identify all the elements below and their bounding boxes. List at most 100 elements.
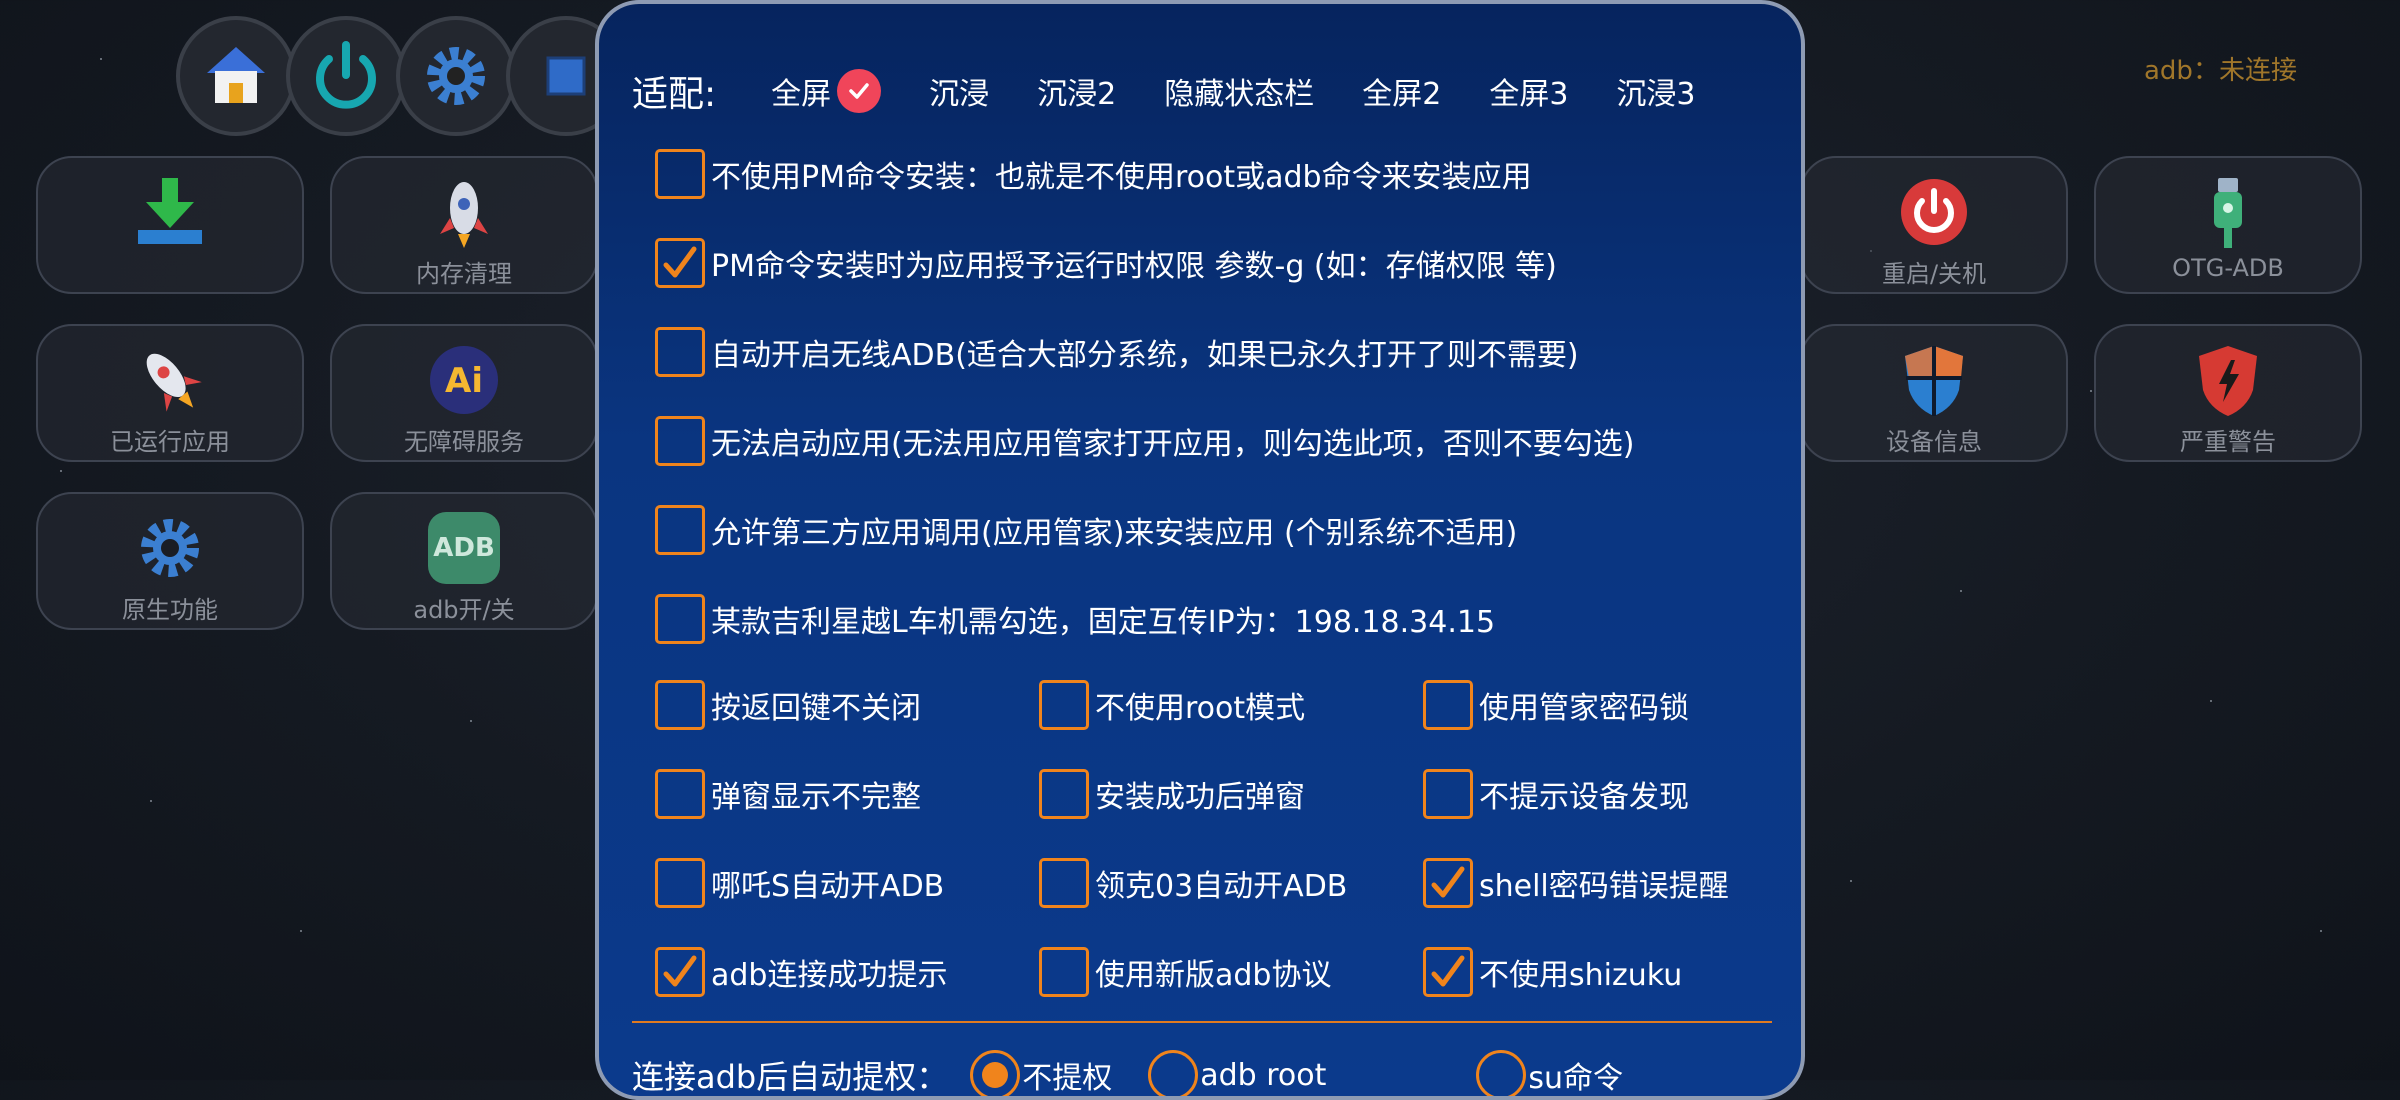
tile-label: 设备信息 xyxy=(1886,428,1982,456)
option-no-device-discovery-hint[interactable]: 不提示设备发现 xyxy=(1423,766,1689,822)
checkbox[interactable] xyxy=(1039,858,1089,908)
power-button[interactable] xyxy=(286,16,406,136)
fit-option-fullscreen[interactable]: 全屏 xyxy=(771,69,882,113)
radio-label: 不提权 xyxy=(1022,1061,1113,1096)
checkmark-icon xyxy=(663,246,697,278)
checkbox[interactable] xyxy=(655,769,705,819)
option-label: 哪吒S自动开ADB xyxy=(711,869,945,904)
radio-no-privilege[interactable]: 不提权 xyxy=(970,1050,1113,1096)
option-label: 使用管家密码锁 xyxy=(1479,691,1689,726)
memory-clean-tile[interactable]: 内存清理 xyxy=(330,156,598,294)
fit-option-label: 沉浸2 xyxy=(1037,77,1117,112)
warning-shield-icon xyxy=(2199,346,2257,416)
checkbox[interactable] xyxy=(655,505,705,555)
gear-icon xyxy=(427,47,485,105)
option-label: 允许第三方应用调用(应用管家)来安装应用 (个别系统不适用) xyxy=(711,516,1518,551)
checkbox[interactable] xyxy=(1039,769,1089,819)
option-allow-third-party-install[interactable]: 允许第三方应用调用(应用管家)来安装应用 (个别系统不适用) xyxy=(655,502,1517,558)
otg-adb-tile[interactable]: OTG-ADB xyxy=(2094,156,2362,294)
option-new-adb-protocol[interactable]: 使用新版adb协议 xyxy=(1039,944,1331,1000)
option-no-root-mode[interactable]: 不使用root模式 xyxy=(1039,677,1305,733)
tile-label: adb开/关 xyxy=(413,596,515,624)
accessibility-tile[interactable]: Ai 无障碍服务 xyxy=(330,324,598,462)
adb-status-text: adb：未连接 xyxy=(2144,56,2297,86)
option-label: 自动开启无线ADB(适合大部分系统，如果已永久打开了则不需要) xyxy=(711,338,1579,373)
power-icon xyxy=(316,41,376,109)
checkbox[interactable] xyxy=(1039,680,1089,730)
fit-option-immersive[interactable]: 沉浸 xyxy=(929,69,989,113)
checkbox[interactable] xyxy=(655,594,705,644)
option-shell-password-error-alert[interactable]: shell密码错误提醒 xyxy=(1423,855,1729,911)
checkbox[interactable] xyxy=(655,327,705,377)
checkbox[interactable] xyxy=(655,416,705,466)
radio-button[interactable] xyxy=(1148,1050,1199,1096)
running-apps-tile[interactable]: 已运行应用 xyxy=(36,324,304,462)
option-neta-s-auto-adb[interactable]: 哪吒S自动开ADB xyxy=(655,855,944,911)
adb-icon: ADB xyxy=(428,512,500,584)
fit-option-immersive-3[interactable]: 沉浸3 xyxy=(1616,69,1695,113)
checkbox[interactable] xyxy=(655,858,705,908)
checkbox[interactable] xyxy=(655,947,705,997)
fit-option-fullscreen-3[interactable]: 全屏3 xyxy=(1489,69,1568,113)
tile-label: OTG-ADB xyxy=(2172,254,2284,282)
rocket-icon xyxy=(440,182,488,248)
checkbox[interactable] xyxy=(1039,947,1089,997)
fit-option-label: 全屏2 xyxy=(1362,77,1442,112)
option-lynk-03-auto-adb[interactable]: 领克03自动开ADB xyxy=(1039,855,1347,911)
tile-label: 原生功能 xyxy=(122,596,218,624)
option-popup-incomplete[interactable]: 弹窗显示不完整 xyxy=(655,766,921,822)
option-label: 领克03自动开ADB xyxy=(1095,869,1348,904)
radio-button[interactable] xyxy=(970,1050,1021,1096)
option-label: 安装成功后弹窗 xyxy=(1095,780,1305,815)
fit-option-label: 隐藏状态栏 xyxy=(1164,77,1315,112)
option-grant-runtime-permissions[interactable]: PM命令安装时为应用授予运行时权限 参数-g (如：存储权限 等) xyxy=(655,235,1557,291)
radio-label: adb root xyxy=(1200,1057,1327,1093)
auto-privilege-row: 连接adb后自动提权： 不提权 adb root su命令 xyxy=(632,1050,1624,1096)
checkbox[interactable] xyxy=(1423,858,1473,908)
tile-label: 无障碍服务 xyxy=(404,428,524,456)
option-label: 无法启动应用(无法用应用管家打开应用，则勾选此项，否则不要勾选) xyxy=(711,427,1635,462)
option-password-lock[interactable]: 使用管家密码锁 xyxy=(1423,677,1689,733)
option-label: 不使用root模式 xyxy=(1095,691,1306,726)
fit-option-hide-statusbar[interactable]: 隐藏状态栏 xyxy=(1164,69,1314,113)
radio-button[interactable] xyxy=(1476,1050,1527,1096)
checkbox[interactable] xyxy=(1423,680,1473,730)
settings-button[interactable] xyxy=(396,16,516,136)
radio-label: su命令 xyxy=(1528,1061,1624,1096)
check-circle-icon xyxy=(837,69,882,113)
checkbox[interactable] xyxy=(655,149,705,199)
adb-toggle-tile[interactable]: ADB adb开/关 xyxy=(330,492,598,630)
checkmark-icon xyxy=(1431,955,1465,987)
option-auto-wireless-adb[interactable]: 自动开启无线ADB(适合大部分系统，如果已永久打开了则不需要) xyxy=(655,324,1579,380)
option-label: 按返回键不关闭 xyxy=(711,691,921,726)
radio-su-command[interactable]: su命令 xyxy=(1476,1050,1624,1096)
option-popup-after-install[interactable]: 安装成功后弹窗 xyxy=(1039,766,1305,822)
download-icon xyxy=(138,178,202,244)
option-no-shizuku[interactable]: 不使用shizuku xyxy=(1423,944,1682,1000)
option-back-key-no-close[interactable]: 按返回键不关闭 xyxy=(655,677,921,733)
fit-mode-row: 适配: 全屏 沉浸 沉浸2 隐藏状态栏 全屏2 全屏3 沉浸3 xyxy=(632,66,1744,116)
fit-option-label: 全屏 xyxy=(771,77,832,112)
option-cannot-launch-app[interactable]: 无法启动应用(无法用应用管家打开应用，则勾选此项，否则不要勾选) xyxy=(655,413,1634,469)
home-button[interactable] xyxy=(176,16,296,136)
checkbox[interactable] xyxy=(1423,947,1473,997)
gear-icon xyxy=(141,519,199,577)
option-geely-fixed-ip[interactable]: 某款吉利星越L车机需勾选，固定互传IP为：198.18.34.15 xyxy=(655,591,1495,647)
radio-adb-root[interactable]: adb root xyxy=(1148,1050,1327,1096)
fit-option-fullscreen-2[interactable]: 全屏2 xyxy=(1362,69,1441,113)
install-tile[interactable] xyxy=(36,156,304,294)
option-adb-connect-success-hint[interactable]: adb连接成功提示 xyxy=(655,944,947,1000)
option-label: adb连接成功提示 xyxy=(711,958,948,993)
checkbox[interactable] xyxy=(655,680,705,730)
reboot-tile[interactable]: 重启/关机 xyxy=(1800,156,2068,294)
option-no-pm-install[interactable]: 不使用PM命令安装：也就是不使用root或adb命令来安装应用 xyxy=(655,146,1532,202)
warning-tile[interactable]: 严重警告 xyxy=(2094,324,2362,462)
checkbox[interactable] xyxy=(655,238,705,288)
native-features-tile[interactable]: 原生功能 xyxy=(36,492,304,630)
device-info-tile[interactable]: 设备信息 xyxy=(1800,324,2068,462)
fit-option-immersive-2[interactable]: 沉浸2 xyxy=(1037,69,1116,113)
ai-icon: Ai xyxy=(430,346,498,414)
settings-dialog: 适配: 全屏 沉浸 沉浸2 隐藏状态栏 全屏2 全屏3 沉浸3 不使用PM命令安… xyxy=(595,0,1805,1100)
checkbox[interactable] xyxy=(1423,769,1473,819)
option-label: 某款吉利星越L车机需勾选，固定互传IP为：198.18.34.15 xyxy=(711,605,1496,640)
